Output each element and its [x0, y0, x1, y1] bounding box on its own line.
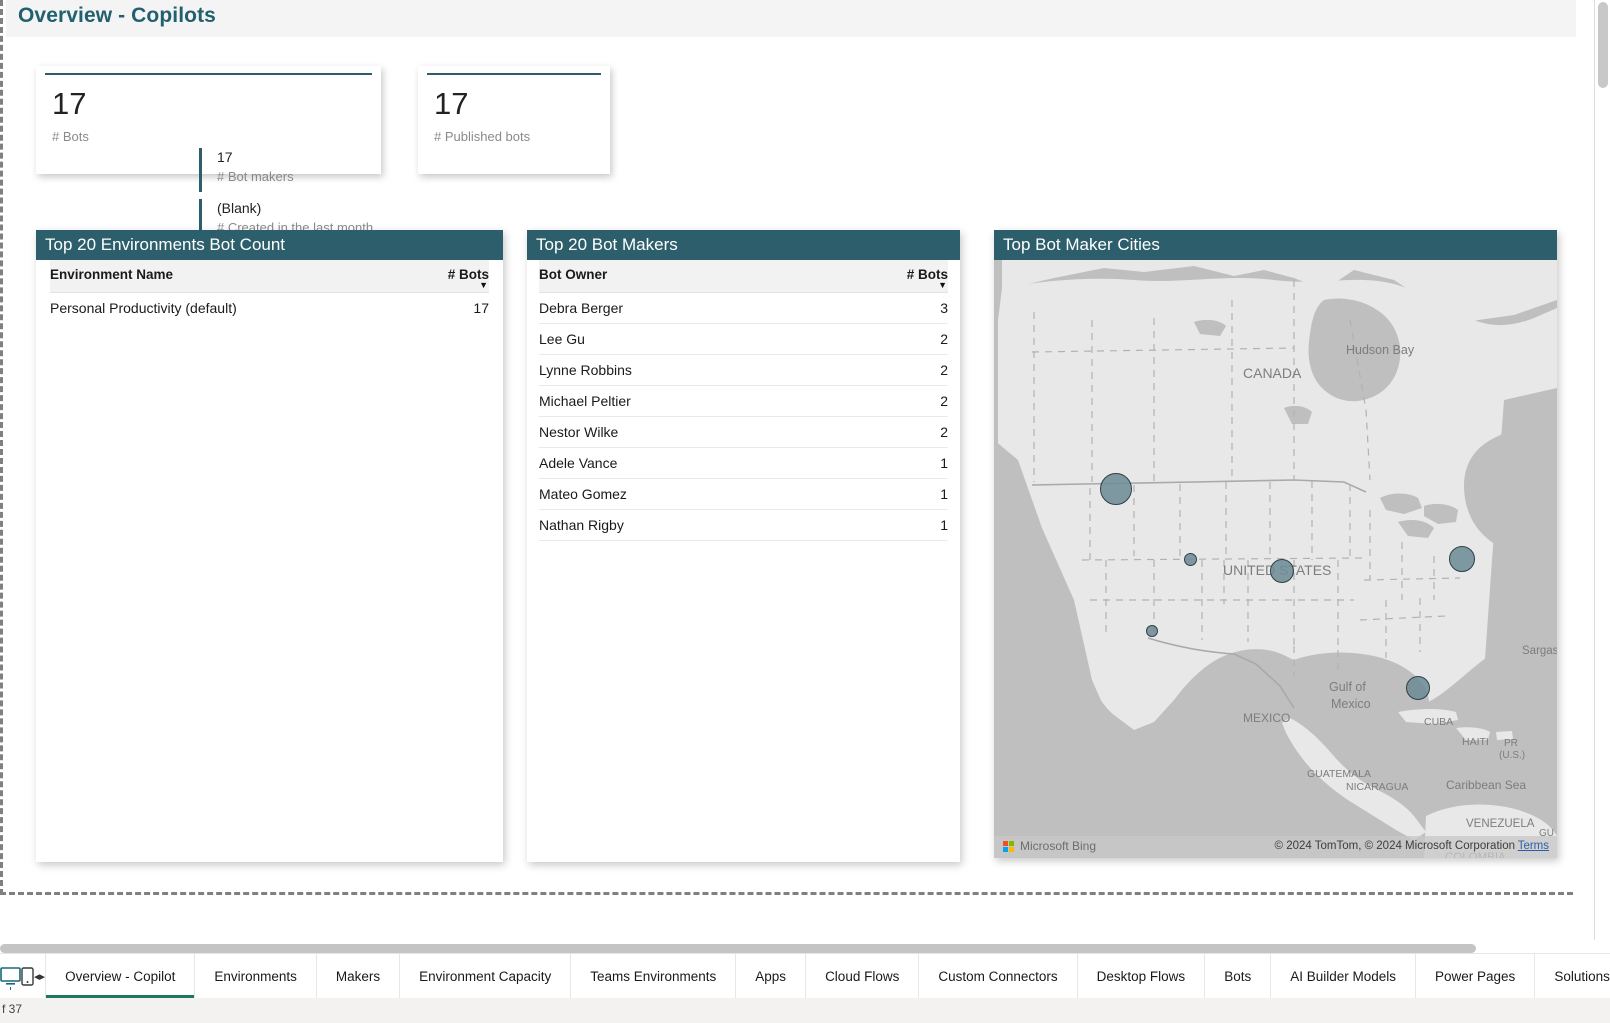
panel-title-bot-makers: Top 20 Bot Makers [527, 230, 960, 260]
map-provider-label: Microsoft Bing [1020, 839, 1097, 853]
kpi-bots-primary: 17 # Bots [52, 86, 177, 144]
report-canvas: Overview - Copilots 17 # Bots 17 # Bot m… [0, 0, 1576, 895]
kpi-bot-makers-group: 17 # Bot makers [199, 148, 294, 192]
page-tab-environments[interactable]: Environments [194, 954, 316, 998]
report-horizontal-scrollbar[interactable] [0, 944, 1476, 953]
column-header-bots[interactable]: # Bots ▼ [407, 260, 489, 293]
mobile-view-icon[interactable] [21, 954, 34, 998]
column-header-bots[interactable]: # Bots ▼ [870, 260, 948, 293]
table-row[interactable]: Michael Peltier 2 [539, 385, 948, 417]
cell-bot-owner: Debra Berger [539, 292, 870, 324]
table-row[interactable]: Mateo Gomez 1 [539, 478, 948, 510]
kpi-bot-makers-value: 17 [217, 149, 233, 165]
cell-bots: 2 [870, 354, 948, 386]
kpi-card-published-bots[interactable]: 17 # Published bots [418, 66, 610, 174]
bing-map[interactable]: Hudson Bay CANADA UNITED STATES Gulf of Mexi… [994, 260, 1557, 858]
horizontal-scrollbar-thumb[interactable] [0, 944, 1476, 953]
microsoft-bing-logo-icon [1003, 841, 1015, 853]
cell-bot-owner: Nathan Rigby [539, 509, 870, 541]
cell-bots: 2 [870, 323, 948, 355]
environments-table[interactable]: Environment Name # Bots ▼ Personal Produ… [50, 260, 489, 323]
vertical-scrollbar-thumb[interactable] [1598, 2, 1608, 88]
cell-bot-owner: Adele Vance [539, 447, 870, 479]
map-bubble-seattle-area[interactable] [1100, 473, 1132, 505]
report-vertical-scrollbar[interactable] [1594, 0, 1610, 940]
page-tab-environment-capacity[interactable]: Environment Capacity [399, 954, 570, 998]
report-title-band: Overview - Copilots [6, 0, 1576, 37]
map-bubble-san-diego-area[interactable] [1146, 625, 1158, 637]
page-tab-teams-environments[interactable]: Teams Environments [570, 954, 735, 998]
table-row[interactable]: Personal Productivity (default) 17 [50, 293, 489, 324]
desktop-view-icon[interactable] [0, 954, 21, 998]
page-tab-bar[interactable]: ◂ ▸ Overview - Copilot Environments Makers… [0, 953, 1610, 998]
page-tabs-host: Overview - Copilot Environments Makers Envi… [45, 954, 1610, 998]
table-row[interactable]: Adele Vance 1 [539, 447, 948, 479]
table-row[interactable]: Debra Berger 3 [539, 292, 948, 324]
cell-bot-owner: Michael Peltier [539, 385, 870, 417]
cell-bot-owner: Lynne Robbins [539, 354, 870, 386]
cell-bots: 1 [870, 509, 948, 541]
page-tab-cloud-flows[interactable]: Cloud Flows [805, 954, 918, 998]
cell-bots: 1 [870, 478, 948, 510]
sort-descending-icon: ▼ [938, 280, 947, 290]
map-bubble-northeast-area[interactable] [1449, 546, 1475, 572]
kpi-created-last-month-value: (Blank) [217, 200, 262, 216]
page-title: Overview - Copilots [18, 4, 216, 27]
page-tab-ai-builder-models[interactable]: AI Builder Models [1270, 954, 1415, 998]
table-header-row: Bot Owner # Bots ▼ [539, 260, 948, 293]
map-bubble-denver-area[interactable] [1183, 552, 1197, 566]
kpi-card-bots[interactable]: 17 # Bots 17 # Bot makers (Blank) # Crea… [36, 66, 381, 243]
kpi-bots-value: 17 [52, 86, 87, 121]
card-accent-rule [427, 73, 601, 75]
botmakers-table-body: Debra Berger 3 Lee Gu 2 Lynne Robbins 2 Michae… [539, 292, 948, 541]
page-tab-custom-connectors[interactable]: Custom Connectors [918, 954, 1076, 998]
panel-top-bot-makers[interactable]: Top 20 Bot Makers Bot Owner # Bots ▼ Deb… [527, 230, 960, 862]
environments-table-body: Personal Productivity (default) 17 [50, 293, 489, 324]
map-bubble-midwest-area[interactable] [1270, 559, 1294, 583]
page-tab-desktop-flows[interactable]: Desktop Flows [1076, 954, 1205, 998]
cell-bot-owner: Mateo Gomez [539, 478, 870, 510]
table-header-row: Environment Name # Bots ▼ [50, 260, 489, 293]
table-row[interactable]: Nestor Wilke 2 [539, 416, 948, 448]
card-accent-rule [45, 73, 372, 75]
page-tab-bots[interactable]: Bots [1204, 954, 1270, 998]
kpi-bots-label: # Bots [52, 129, 89, 144]
botmakers-table[interactable]: Bot Owner # Bots ▼ Debra Berger 3 Lee Gu 2 L… [539, 260, 948, 541]
cell-bot-owner: Lee Gu [539, 323, 870, 355]
panel-top-environments[interactable]: Top 20 Environments Bot Count Environmen… [36, 230, 503, 862]
panel-title-map: Top Bot Maker Cities [994, 230, 1557, 260]
page-tab-solutions[interactable]: Solutions [1534, 954, 1610, 998]
kpi-published-primary: 17 # Published bots [434, 86, 559, 144]
kpi-published-label: # Published bots [434, 129, 531, 144]
page-tab-makers[interactable]: Makers [315, 954, 399, 998]
cell-bots: 3 [870, 292, 948, 324]
column-header-bot-owner[interactable]: Bot Owner [539, 260, 870, 293]
status-bar: f 37 [0, 998, 1610, 1023]
panel-top-bot-maker-cities[interactable]: Top Bot Maker Cities Hudson Bay CANADA U… [994, 230, 1557, 858]
cell-bots: 2 [870, 416, 948, 448]
table-row[interactable]: Nathan Rigby 1 [539, 509, 948, 541]
map-attribution-bar: Microsoft Bing © 2024 TomTom, © 2024 Mic… [994, 836, 1557, 858]
sort-descending-icon: ▼ [479, 280, 488, 290]
table-row[interactable]: Lee Gu 2 [539, 323, 948, 355]
kpi-published-value: 17 [434, 86, 469, 121]
cell-bots: 1 [870, 447, 948, 479]
page-tab-power-pages[interactable]: Power Pages [1415, 954, 1534, 998]
cell-environment-name: Personal Productivity (default) [50, 300, 237, 316]
panel-title-environments: Top 20 Environments Bot Count [36, 230, 503, 260]
table-row[interactable]: Lynne Robbins 2 [539, 354, 948, 386]
cell-bots: 17 [473, 300, 489, 316]
page-tab-apps[interactable]: Apps [735, 954, 805, 998]
environments-table-wrap: Environment Name # Bots ▼ Personal Produ… [36, 260, 503, 323]
map-terms-link[interactable]: Terms [1518, 840, 1549, 852]
page-tab-overview-copilot[interactable]: Overview - Copilot [45, 954, 195, 998]
map-copyright-text: © 2024 TomTom, © 2024 Microsoft Corporat… [1274, 840, 1515, 852]
cell-bots: 2 [870, 385, 948, 417]
cell-bot-owner: Nestor Wilke [539, 416, 870, 448]
botmakers-table-wrap: Bot Owner # Bots ▼ Debra Berger 3 Lee Gu 2 L… [527, 260, 960, 541]
kpi-bot-makers-label: # Bot makers [217, 169, 294, 184]
map-bubble-florida-area[interactable] [1406, 676, 1430, 700]
page-counter-text: f 37 [2, 1002, 23, 1016]
column-header-environment-name[interactable]: Environment Name [50, 260, 407, 293]
